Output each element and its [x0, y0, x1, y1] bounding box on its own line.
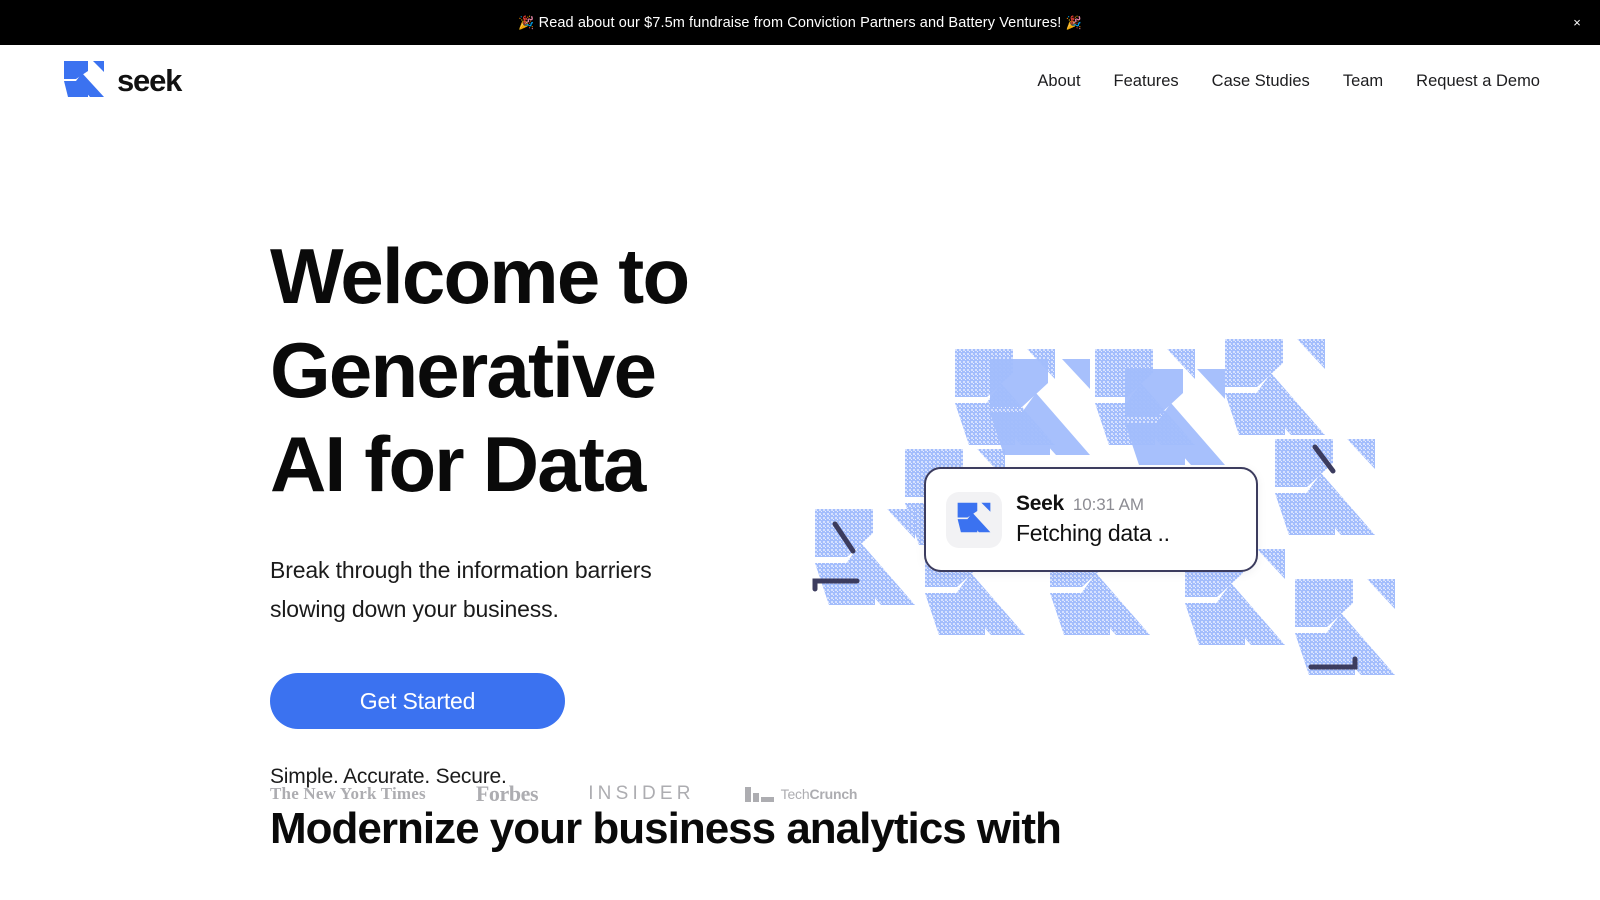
get-started-button[interactable]: Get Started — [270, 673, 565, 729]
notification-meta: Seek 10:31 AM — [1016, 492, 1170, 516]
party-popper-icon-right: 🎉 — [1065, 14, 1082, 30]
nav-item-team[interactable]: Team — [1343, 72, 1383, 91]
party-popper-icon-left: 🎉 — [518, 14, 535, 30]
notification-body: Seek 10:31 AM Fetching data .. — [1016, 492, 1170, 547]
brand-wordmark: seek — [117, 63, 182, 98]
page-title: Welcome to Generative AI for Data — [270, 232, 690, 508]
announcement-message: Read about our $7.5m fundraise from Conv… — [538, 14, 1062, 31]
notification-app-name: Seek — [1016, 492, 1064, 515]
hero-section: Welcome to Generative AI for Data Break … — [0, 117, 1600, 817]
main-navigation: About Features Case Studies Team Request… — [1037, 72, 1540, 91]
hero-copy: Welcome to Generative AI for Data Break … — [0, 177, 857, 817]
notification-card[interactable]: Seek 10:31 AM Fetching data .. — [924, 467, 1258, 572]
announcement-banner: 🎉 Read about our $7.5m fundraise from Co… — [0, 0, 1600, 45]
press-logo-strip: The New York Times Forbes INSIDER TechCr… — [270, 781, 857, 807]
nav-item-features[interactable]: Features — [1114, 72, 1179, 91]
nav-item-about[interactable]: About — [1037, 72, 1080, 91]
press-logo-new-york-times: The New York Times — [270, 784, 426, 803]
brand-logo[interactable]: seek — [62, 59, 182, 104]
nav-item-request-a-demo[interactable]: Request a Demo — [1416, 72, 1540, 91]
site-header: seek About Features Case Studies Team Re… — [0, 45, 1600, 117]
seek-logo-icon — [956, 501, 992, 539]
seek-logo-icon — [62, 59, 106, 104]
techcrunch-label-crunch: Crunch — [809, 786, 858, 802]
techcrunch-mark-icon — [744, 786, 774, 802]
nav-item-case-studies[interactable]: Case Studies — [1212, 72, 1310, 91]
press-logo-forbes: Forbes — [475, 781, 539, 806]
avatar — [946, 491, 1002, 548]
notification-timestamp: 10:31 AM — [1072, 495, 1144, 514]
press-logo-insider: INSIDER — [588, 783, 695, 804]
announcement-banner-text[interactable]: 🎉 Read about our $7.5m fundraise from Co… — [518, 15, 1082, 31]
techcrunch-label-tech: Tech — [780, 786, 810, 802]
press-logo-techcrunch: TechCrunch — [744, 786, 858, 802]
hero-subtitle: Break through the information barriers s… — [270, 557, 652, 622]
notification-message: Fetching data .. — [1016, 520, 1170, 546]
close-icon[interactable]: × — [1566, 12, 1588, 34]
